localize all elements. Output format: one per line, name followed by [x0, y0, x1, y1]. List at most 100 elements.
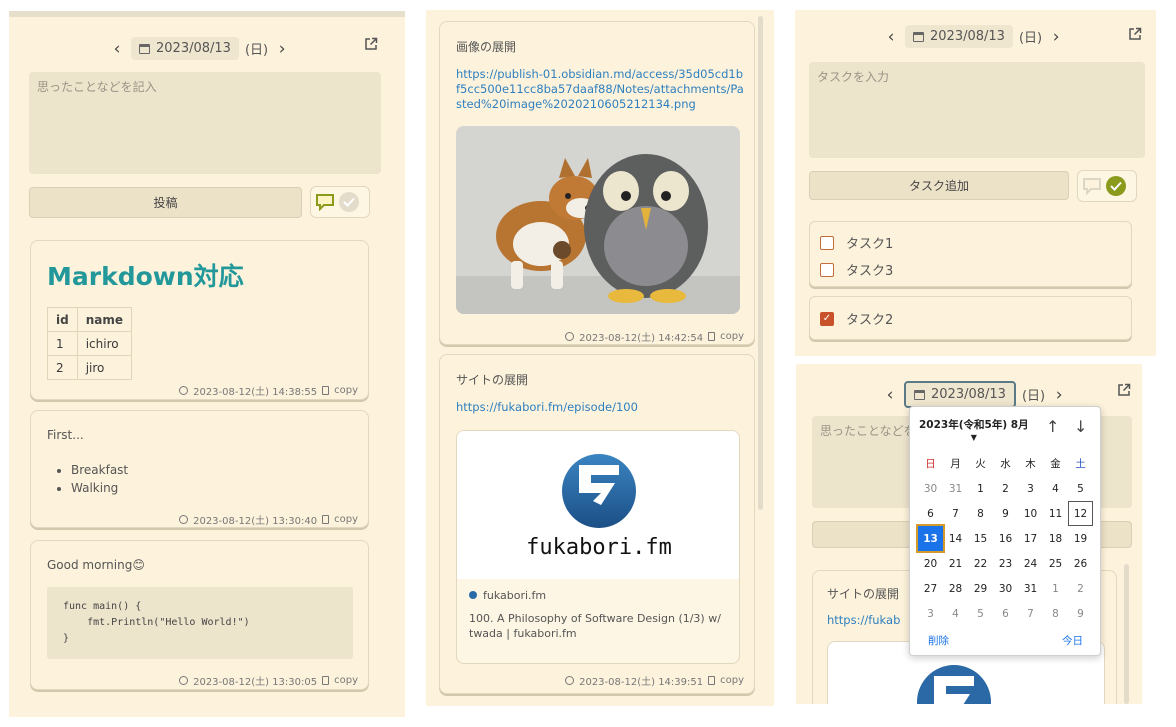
- post-button[interactable]: 投稿: [29, 187, 302, 218]
- plush-toys-image: [456, 126, 740, 314]
- calendar-day[interactable]: 13: [916, 524, 945, 553]
- check-circle-icon[interactable]: [339, 192, 359, 212]
- date-picker-button[interactable]: 2023/08/13: [131, 37, 239, 60]
- calendar-day[interactable]: 28: [943, 576, 968, 601]
- calendar-day[interactable]: 7: [943, 501, 968, 526]
- list-item[interactable]: タスク1: [820, 233, 893, 252]
- check-circle-icon[interactable]: [1106, 176, 1126, 196]
- calendar-day[interactable]: 22: [968, 551, 993, 576]
- month-year-selector[interactable]: 2023年(令和5年) 8月 ▼: [919, 417, 1029, 442]
- task-panel: ‹ 2023/08/13 (日) › タスクを入力 タスク追加 タスク1 タスク…: [795, 10, 1156, 356]
- comment-bubble-icon[interactable]: [315, 193, 335, 211]
- memo-card: サイトの展開 https://fukabori.fm/episode/100 f…: [439, 354, 755, 694]
- calendar-day[interactable]: 11: [1043, 501, 1068, 526]
- calendar-day[interactable]: 29: [968, 576, 993, 601]
- open-external-icon[interactable]: [1117, 383, 1131, 397]
- link-preview-card[interactable]: fukabori.fm fukabori.fm 100. A Philosoph…: [456, 430, 740, 664]
- calendar-day[interactable]: 16: [993, 526, 1018, 551]
- prev-day-button[interactable]: ‹: [883, 27, 899, 47]
- calendar-day[interactable]: 5: [968, 601, 993, 626]
- copy-link[interactable]: copy: [334, 385, 358, 396]
- today-button[interactable]: 今日: [1062, 633, 1083, 648]
- date-picker-button[interactable]: 2023/08/13: [905, 25, 1013, 48]
- copy-icon[interactable]: [322, 515, 330, 524]
- calendar-day[interactable]: 17: [1018, 526, 1043, 551]
- calendar-day[interactable]: 19: [1068, 526, 1093, 551]
- copy-link[interactable]: copy: [334, 514, 358, 525]
- site-url-link[interactable]: https://fukabori.fm/episode/100: [456, 400, 638, 415]
- calendar-day[interactable]: 18: [1043, 526, 1068, 551]
- calendar-day[interactable]: 7: [1018, 601, 1043, 626]
- card-meta: 2023-08-12(土) 13:30:40 copy: [179, 512, 358, 527]
- calendar-day[interactable]: 6: [993, 601, 1018, 626]
- image-url-link[interactable]: https://publish-01.obsidian.md/access/35…: [456, 67, 744, 112]
- calendar-day[interactable]: 20: [918, 551, 943, 576]
- weekday-header: 木: [1025, 458, 1036, 470]
- prev-day-button[interactable]: ‹: [109, 39, 125, 59]
- copy-link[interactable]: copy: [334, 675, 358, 686]
- calendar-day[interactable]: 27: [918, 576, 943, 601]
- table-cell: jiro: [76, 355, 133, 380]
- calendar-day[interactable]: 30: [918, 476, 943, 501]
- calendar-day[interactable]: 26: [1068, 551, 1093, 576]
- calendar-day[interactable]: 2: [1068, 576, 1093, 601]
- calendar-day[interactable]: 25: [1043, 551, 1068, 576]
- prev-day-button[interactable]: ‹: [882, 385, 898, 405]
- scrollbar-thumb[interactable]: [758, 16, 763, 510]
- prev-month-arrow-icon[interactable]: ↑: [1046, 417, 1059, 436]
- caret-down-icon[interactable]: ▼: [919, 433, 1029, 442]
- copy-icon[interactable]: [708, 332, 716, 341]
- date-picker-button[interactable]: 2023/08/13: [904, 381, 1016, 408]
- calendar-day[interactable]: 4: [943, 601, 968, 626]
- calendar-day[interactable]: 6: [918, 501, 943, 526]
- task-input[interactable]: タスクを入力: [809, 62, 1145, 158]
- copy-icon[interactable]: [708, 676, 716, 685]
- clear-date-button[interactable]: 削除: [928, 633, 949, 648]
- calendar-day[interactable]: 2: [993, 476, 1018, 501]
- comment-bubble-icon[interactable]: [1082, 177, 1102, 195]
- calendar-day[interactable]: 10: [1018, 501, 1043, 526]
- calendar-day[interactable]: 5: [1068, 476, 1093, 501]
- copy-icon[interactable]: [322, 676, 330, 685]
- task-checkbox[interactable]: [820, 262, 834, 277]
- copy-link[interactable]: copy: [720, 675, 744, 686]
- site-url-link[interactable]: https://fukab: [827, 613, 900, 628]
- calendar-day[interactable]: 4: [1043, 476, 1068, 501]
- copy-icon[interactable]: [322, 386, 330, 395]
- task-checkbox[interactable]: [820, 235, 834, 250]
- calendar-day[interactable]: 1: [1043, 576, 1068, 601]
- calendar-day[interactable]: 24: [1018, 551, 1043, 576]
- add-task-button[interactable]: タスク追加: [809, 171, 1069, 200]
- calendar-day[interactable]: 9: [993, 501, 1018, 526]
- open-external-icon[interactable]: [1128, 27, 1142, 41]
- calendar-day[interactable]: 30: [993, 576, 1018, 601]
- open-external-icon[interactable]: [364, 37, 378, 51]
- list-item[interactable]: タスク3: [820, 260, 893, 279]
- calendar-day[interactable]: 1: [968, 476, 993, 501]
- calendar-day[interactable]: 8: [968, 501, 993, 526]
- task-checkbox-checked[interactable]: ✓: [820, 311, 834, 326]
- calendar-day[interactable]: 3: [918, 601, 943, 626]
- scrollbar-thumb[interactable]: [1124, 564, 1129, 704]
- copy-link[interactable]: copy: [720, 331, 744, 342]
- mode-toggle[interactable]: [1077, 170, 1137, 202]
- calendar-day[interactable]: 8: [1043, 601, 1068, 626]
- memo-input[interactable]: 思ったことなどを記入: [29, 72, 381, 174]
- next-day-button[interactable]: ›: [1048, 27, 1064, 47]
- list-item[interactable]: ✓ タスク2: [820, 309, 893, 328]
- calendar-day[interactable]: 14: [943, 526, 968, 551]
- list-item: Breakfast: [71, 461, 128, 479]
- mode-toggle[interactable]: [310, 186, 370, 218]
- calendar-day[interactable]: 23: [993, 551, 1018, 576]
- calendar-day[interactable]: 31: [1018, 576, 1043, 601]
- calendar-day[interactable]: 31: [943, 476, 968, 501]
- calendar-day[interactable]: 12: [1068, 501, 1093, 526]
- next-month-arrow-icon[interactable]: ↓: [1074, 417, 1087, 436]
- calendar-day[interactable]: 21: [943, 551, 968, 576]
- code-block: func main() { fmt.Println("Hello World!"…: [47, 587, 353, 659]
- calendar-day[interactable]: 9: [1068, 601, 1093, 626]
- next-day-button[interactable]: ›: [1051, 385, 1067, 405]
- calendar-day[interactable]: 3: [1018, 476, 1043, 501]
- next-day-button[interactable]: ›: [274, 39, 290, 59]
- calendar-day[interactable]: 15: [968, 526, 993, 551]
